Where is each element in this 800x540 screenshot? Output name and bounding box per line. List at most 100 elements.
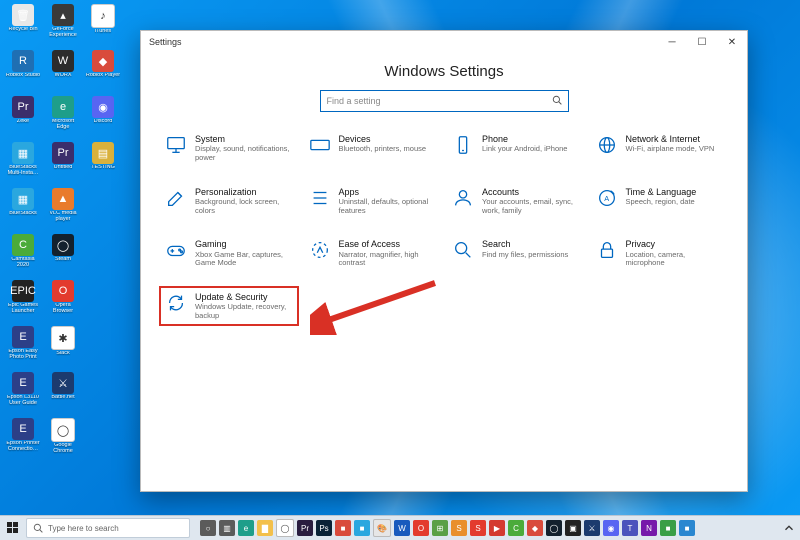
desktop-icon-epic-games-launcher[interactable]: EPICEpic Games Launcher [4,280,42,324]
taskbar-pin-app4[interactable]: ■ [679,520,695,536]
taskbar-pin-calc[interactable]: ⊞ [432,520,448,536]
tile-subtitle: Your accounts, email, sync, work, family [482,198,580,215]
taskbar-pin-premiere[interactable]: Pr [297,520,313,536]
taskbar-pin-photoshop[interactable]: Ps [316,520,332,536]
titlebar: Settings ─ ☐ ✕ [141,31,747,53]
taskbar-pin-discord[interactable]: ◉ [603,520,619,536]
phone-icon [452,134,474,156]
settings-tile-accounts[interactable]: AccountsYour accounts, email, sync, work… [448,183,584,220]
taskbar-pin-anydesk[interactable]: ▶ [489,520,505,536]
taskbar-pin-teams[interactable]: T [622,520,638,536]
desktop-icon-slack[interactable]: ✱Slack [44,326,82,370]
settings-search-input[interactable]: Find a setting [320,90,569,112]
search-icon [552,95,562,107]
tile-subtitle: Uninstall, defaults, optional features [339,198,437,215]
system-tray[interactable] [782,521,800,535]
desktop-icon-vlc-media-player[interactable]: ▲VLC media player [44,188,82,232]
desktop-icon-bluestacks[interactable]: ▦BlueStacks [4,188,42,232]
taskbar-pin-edge[interactable]: e [238,520,254,536]
settings-tile-personalization[interactable]: PersonalizationBackground, lock screen, … [161,183,297,220]
taskbar-pin-epic[interactable]: ▣ [565,520,581,536]
settings-tile-apps[interactable]: AppsUninstall, defaults, optional featur… [305,183,441,220]
taskbar-search-input[interactable]: Type here to search [26,518,190,538]
settings-categories-grid: SystemDisplay, sound, notifications, pow… [161,130,727,324]
update-icon [165,292,187,314]
desktop-icon-roblox-player[interactable]: ◆Roblox Player [84,50,122,94]
desktop-icon-geforce-experience[interactable]: ▴GeForce Experience [44,4,82,48]
taskbar-pin-task-view[interactable]: ▥ [219,520,235,536]
taskbar-pin-snagit[interactable]: S [451,520,467,536]
desktop-icon-testing[interactable]: ▤TESTING [84,142,122,186]
maximize-button[interactable]: ☐ [687,31,717,53]
taskbar-pin-app1[interactable]: ■ [335,520,351,536]
desktop-icon-opera-browser[interactable]: OOpera Browser [44,280,82,324]
desktop-icon-bluestacks-multi-insta-[interactable]: ▦BlueStacks Multi-Insta… [4,142,42,186]
taskbar-pin-paint[interactable]: 🎨 [373,519,391,537]
search-placeholder: Find a setting [327,96,552,106]
settings-tile-ease[interactable]: Ease of AccessNarrator, magnifier, high … [305,235,441,272]
taskbar-pin-onenote[interactable]: N [641,520,657,536]
desktop-icon-untitled[interactable]: PrUntitled [44,142,82,186]
desktop-icon-epson-l3110-user-guide[interactable]: EEpson L3110 User Guide [4,372,42,416]
taskbar-pin-cortana[interactable]: ○ [200,520,216,536]
search-icon [33,523,43,533]
desktop-icon-itunes[interactable]: ♪iTunes [84,4,122,48]
tray-chevron-up-icon[interactable] [782,521,796,535]
desktop-icon-discord[interactable]: ◉Discord [84,96,122,140]
settings-tile-gaming[interactable]: GamingXbox Game Bar, captures, Game Mode [161,235,297,272]
minimize-button[interactable]: ─ [657,31,687,53]
tile-subtitle: Display, sound, notifications, power [195,145,293,162]
desktop-icon-worx[interactable]: WWORX [44,50,82,94]
taskbar-pin-office[interactable]: O [413,520,429,536]
tile-subtitle: Link your Android, iPhone [482,145,567,154]
time-icon: A [596,187,618,209]
desktop-icon-zeke[interactable]: PrZeke [4,96,42,140]
taskbar-pin-camtasia[interactable]: C [508,520,524,536]
desktop-icon-google-chrome[interactable]: ◯Google Chrome [44,418,82,462]
settings-tile-devices[interactable]: DevicesBluetooth, printers, mouse [305,130,441,167]
taskbar-pinned-apps: ○▥e▇◯PrPs■■🎨WO⊞SS▶C◆◯▣⚔◉TN■■ [200,519,782,537]
tile-title: Search [482,239,568,249]
start-button[interactable] [0,516,26,540]
settings-tile-system[interactable]: SystemDisplay, sound, notifications, pow… [161,130,297,167]
monitor-icon [165,134,187,156]
tile-title: Gaming [195,239,293,249]
taskbar: Type here to search ○▥e▇◯PrPs■■🎨WO⊞SS▶C◆… [0,515,800,540]
taskbar-pin-app3[interactable]: ■ [660,520,676,536]
settings-window: Settings ─ ☐ ✕ Windows Settings Find a s… [140,30,748,492]
settings-tile-update[interactable]: Update & SecurityWindows Update, recover… [161,288,297,325]
tile-subtitle: Narrator, magnifier, high contrast [339,251,437,268]
taskbar-search-placeholder: Type here to search [48,524,119,533]
tile-subtitle: Background, lock screen, colors [195,198,293,215]
globe-icon [596,134,618,156]
taskbar-pin-word[interactable]: W [394,520,410,536]
taskbar-pin-chrome[interactable]: ◯ [276,519,294,537]
desktop-icon-recycle-bin[interactable]: 🗑Recycle Bin [4,4,42,48]
taskbar-pin-steam[interactable]: ◯ [546,520,562,536]
tile-title: System [195,134,293,144]
desktop-icon-steam[interactable]: ◯Steam [44,234,82,278]
window-title: Settings [149,37,182,47]
desktop-icon-epson-easy-photo-print[interactable]: EEpson Easy Photo Print [4,326,42,370]
taskbar-pin-battlenet[interactable]: ⚔ [584,520,600,536]
desktop-icon-roblox-studio[interactable]: RRoblox Studio [4,50,42,94]
settings-tile-privacy[interactable]: PrivacyLocation, camera, microphone [592,235,728,272]
settings-body: Windows Settings Find a setting SystemDi… [141,53,747,491]
desktop-icon-grid: 🗑Recycle Bin▴GeForce Experience♪iTunes RR… [4,4,122,462]
desktop-icon-microsoft-edge[interactable]: eMicrosoft Edge [44,96,82,140]
taskbar-pin-explorer[interactable]: ▇ [257,520,273,536]
settings-tile-search[interactable]: SearchFind my files, permissions [448,235,584,272]
close-button[interactable]: ✕ [717,31,747,53]
settings-tile-time[interactable]: ATime & LanguageSpeech, region, date [592,183,728,220]
desktop-icon-epson-printer-connectio-[interactable]: EEpson Printer Connectio… [4,418,42,462]
tile-title: Privacy [626,239,724,249]
taskbar-pin-snagit-ed[interactable]: S [470,520,486,536]
taskbar-pin-roblox[interactable]: ◆ [527,520,543,536]
keyboard-icon [309,134,331,156]
settings-tile-phone[interactable]: PhoneLink your Android, iPhone [448,130,584,167]
tile-subtitle: Windows Update, recovery, backup [195,303,293,320]
desktop-icon-battle-net[interactable]: ⚔Battle.net [44,372,82,416]
taskbar-pin-app2[interactable]: ■ [354,520,370,536]
desktop-icon-camtasia-2020[interactable]: CCamtasia 2020 [4,234,42,278]
settings-tile-network[interactable]: Network & InternetWi-Fi, airplane mode, … [592,130,728,167]
